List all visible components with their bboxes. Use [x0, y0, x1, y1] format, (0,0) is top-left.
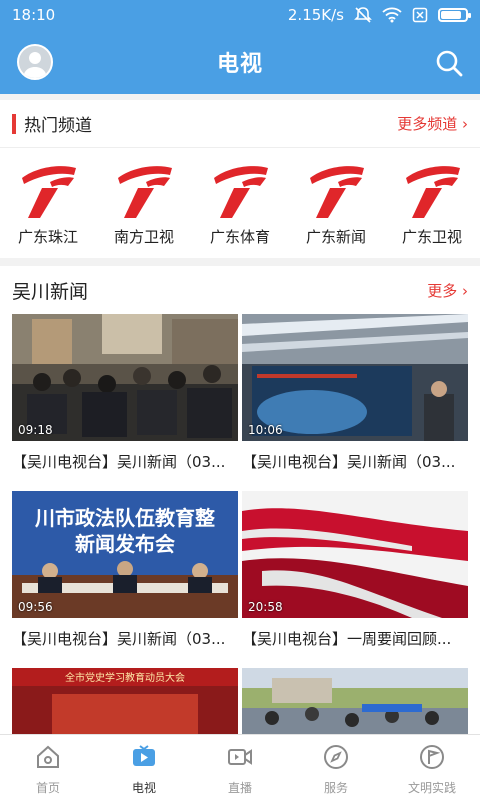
video-card[interactable]: 全市党史学习教育动员大会: [12, 668, 238, 734]
news-header: 吴川新闻 更多 ›: [0, 266, 480, 314]
mute-icon: [354, 7, 372, 23]
network-speed: 2.15K/s: [287, 6, 344, 24]
news-section: 吴川新闻 更多 › 09:18 【吴川电视台】吴川新闻（03... 10:06 …: [0, 266, 480, 734]
tab-label: 首页: [35, 781, 60, 795]
video-duration: 10:06: [248, 423, 283, 437]
channel-item[interactable]: 广东卫视: [386, 162, 478, 247]
channel-item[interactable]: 南方卫视: [98, 162, 190, 247]
news-section-title: 吴川新闻: [12, 280, 89, 303]
status-bar: 18:10 2.15K/s: [0, 0, 480, 30]
video-card[interactable]: 09:18 【吴川电视台】吴川新闻（03...: [12, 314, 238, 472]
tab-label: 直播: [227, 781, 252, 795]
channel-name: 广东体育: [209, 228, 270, 246]
hot-channels-header: 热门频道 更多频道 ›: [0, 100, 480, 148]
channel-name: 广东卫视: [401, 228, 462, 246]
tab-live-camera[interactable]: 直播: [192, 735, 288, 800]
status-time: 18:10: [12, 6, 56, 24]
hot-channels-title: 热门频道: [24, 116, 92, 136]
tab-label: 服务: [323, 781, 348, 795]
channel-name: 南方卫视: [113, 228, 174, 246]
video-thumbnail[interactable]: 20:58: [242, 491, 468, 618]
flag-icon: [418, 743, 446, 775]
hot-channels-section: 热门频道 更多频道 › 广东珠江 南方卫视 广东体育 广东新闻 广东卫视: [0, 100, 480, 258]
app-header: 电视: [0, 30, 480, 94]
more-news-link[interactable]: 更多 ›: [427, 280, 468, 301]
thumbnail-banner: 全市党史学习教育动员大会: [65, 671, 185, 684]
video-title[interactable]: 【吴川电视台】吴川新闻（03...: [242, 451, 468, 472]
more-channels-link[interactable]: 更多频道 ›: [397, 113, 468, 134]
channel-name: 广东新闻: [305, 228, 366, 246]
thumbnail-banner: 川市政法队伍教育整: [34, 506, 215, 530]
avatar-icon[interactable]: [17, 44, 53, 80]
video-title[interactable]: 【吴川电视台】吴川新闻（03...: [12, 628, 238, 649]
channel-item[interactable]: 广东珠江: [2, 162, 94, 247]
video-card[interactable]: 20:58 【吴川电视台】一周要闻回顾...: [242, 491, 468, 649]
video-thumbnail[interactable]: 09:18: [12, 314, 238, 441]
tab-home[interactable]: 首页: [0, 735, 96, 800]
video-title[interactable]: 【吴川电视台】一周要闻回顾...: [242, 628, 468, 649]
channel-logo-icon: [18, 162, 78, 220]
channel-logo-icon: [402, 162, 462, 220]
video-duration: 20:58: [248, 600, 283, 614]
channel-item[interactable]: 广东新闻: [290, 162, 382, 247]
video-card[interactable]: 川市政法队伍教育整 新闻发布会 09:56 【吴川电视台】吴川新闻（03...: [12, 491, 238, 649]
video-duration: 09:18: [18, 423, 53, 437]
page-title: 电视: [216, 52, 263, 77]
wifi-icon: [382, 7, 402, 23]
channel-item[interactable]: 广东体育: [194, 162, 286, 247]
tab-tv[interactable]: 电视: [96, 735, 192, 800]
battery-icon: [438, 8, 471, 22]
video-card[interactable]: 10:06 【吴川电视台】吴川新闻（03...: [242, 314, 468, 472]
video-thumbnail[interactable]: 10:06: [242, 314, 468, 441]
home-icon: [34, 743, 62, 775]
video-thumbnail[interactable]: 川市政法队伍教育整 新闻发布会 09:56: [12, 491, 238, 618]
sim-icon: [412, 7, 428, 23]
channel-logo-icon: [114, 162, 174, 220]
search-icon[interactable]: [434, 48, 464, 78]
bottom-tab-bar: 首页 电视 直播 服务 文明实践: [0, 734, 480, 800]
channel-logo-icon: [210, 162, 270, 220]
tab-label: 文明实践: [407, 781, 456, 795]
video-thumbnail[interactable]: 全市党史学习教育动员大会: [12, 668, 238, 734]
live-camera-icon: [226, 743, 254, 775]
channel-list: 广东珠江 南方卫视 广东体育 广东新闻 广东卫视: [0, 148, 480, 247]
compass-icon: [322, 743, 350, 775]
tab-flag[interactable]: 文明实践: [384, 735, 480, 800]
video-card[interactable]: [242, 668, 468, 734]
tab-label: 电视: [131, 781, 156, 795]
video-duration: 09:56: [18, 600, 53, 614]
channel-logo-icon: [306, 162, 366, 220]
video-title[interactable]: 【吴川电视台】吴川新闻（03...: [12, 451, 238, 472]
video-thumbnail[interactable]: [242, 668, 468, 734]
tv-icon: [130, 743, 158, 775]
tab-compass[interactable]: 服务: [288, 735, 384, 800]
section-marker: [12, 113, 16, 134]
channel-name: 广东珠江: [17, 228, 78, 246]
thumbnail-subtitle: 新闻发布会: [75, 532, 175, 556]
